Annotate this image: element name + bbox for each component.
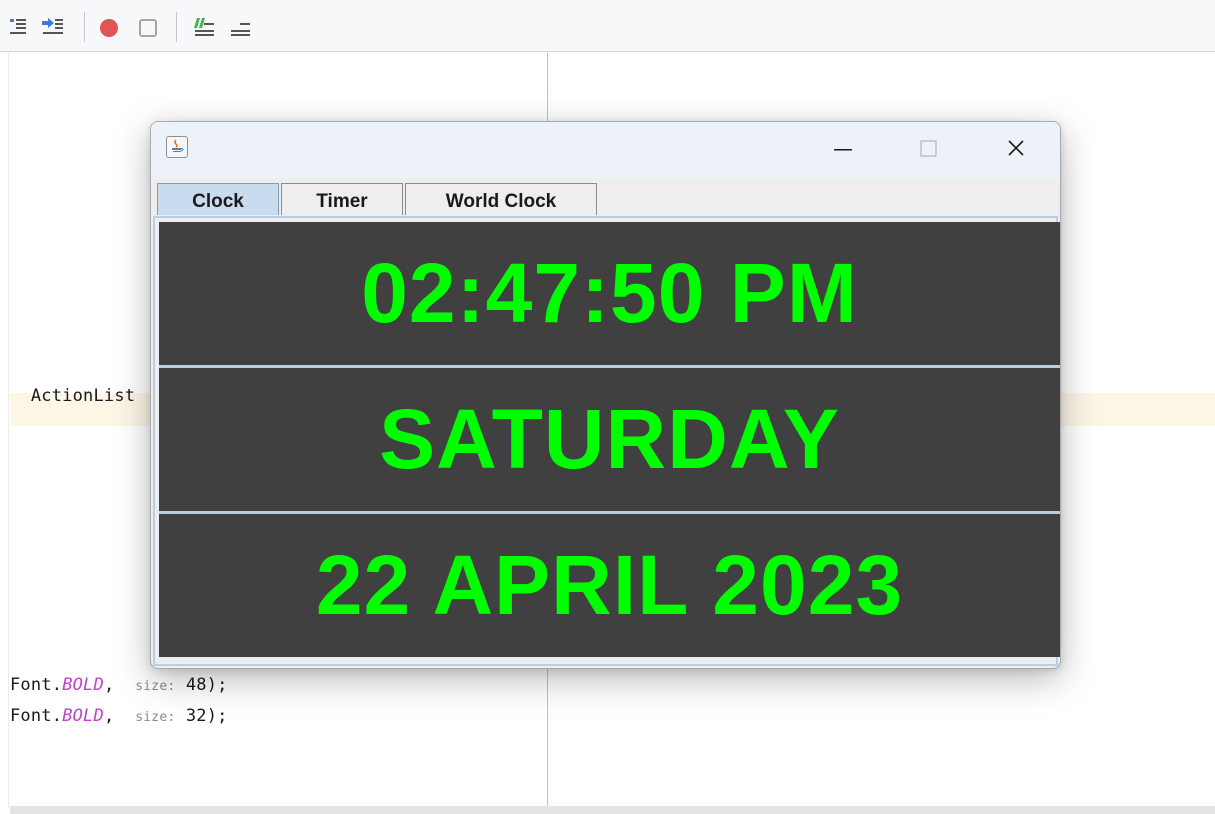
code-line[interactable]: ActionList (10, 366, 135, 406)
maximize-button[interactable] (906, 132, 950, 166)
clock-app-window: Clock Timer World Clock 02:47:50 PM SATU… (150, 121, 1061, 669)
minimize-button[interactable] (821, 132, 865, 166)
title-bar[interactable] (151, 122, 1060, 179)
day-display: SATURDAY (379, 392, 840, 486)
tab-world-clock[interactable]: World Clock (405, 183, 597, 215)
close-button[interactable] (994, 132, 1038, 166)
code-text: Font. (10, 706, 63, 726)
parameter-hint: size: (135, 679, 176, 694)
tab-label: World Clock (445, 190, 557, 212)
toolbar-separator (84, 12, 85, 42)
code-text: 32); (175, 706, 228, 726)
day-panel: SATURDAY (159, 368, 1060, 511)
code-constant: BOLD (62, 706, 104, 726)
time-panel: 02:47:50 PM (159, 222, 1060, 365)
code-constant: BOLD (62, 675, 104, 695)
tab-bar: Clock Timer World Clock (155, 181, 1055, 217)
tab-clock[interactable]: Clock (157, 183, 279, 215)
code-line[interactable]: Font.BOLD, size: 48); (10, 675, 228, 695)
tab-label: Timer (316, 190, 368, 212)
tab-timer[interactable]: Timer (281, 183, 403, 215)
step-out-icon[interactable] (40, 14, 66, 40)
parameter-hint: size: (135, 710, 176, 725)
step-into-icon[interactable] (6, 14, 32, 40)
run-to-cursor-icon[interactable] (192, 14, 218, 40)
date-panel: 22 APRIL 2023 (159, 514, 1060, 657)
ide-toolbar (0, 0, 1215, 52)
record-icon[interactable] (96, 14, 122, 40)
code-text: 48); (175, 675, 228, 695)
stop-icon[interactable] (135, 14, 161, 40)
code-text: , (103, 675, 136, 695)
code-text: Font. (10, 675, 63, 695)
toolbar-separator (176, 12, 177, 42)
date-display: 22 APRIL 2023 (315, 538, 904, 632)
tab-content: 02:47:50 PM SATURDAY 22 APRIL 2023 (153, 216, 1060, 666)
code-text: ActionList (30, 386, 136, 406)
evaluate-icon[interactable] (228, 14, 254, 40)
gutter-line (8, 53, 9, 808)
time-display: 02:47:50 PM (361, 246, 858, 340)
java-app-icon[interactable] (166, 136, 188, 158)
tab-label: Clock (192, 190, 244, 212)
code-line[interactable]: Font.BOLD, size: 32); (10, 706, 228, 726)
code-text: , (103, 706, 136, 726)
horizontal-scrollbar[interactable] (10, 806, 1215, 814)
